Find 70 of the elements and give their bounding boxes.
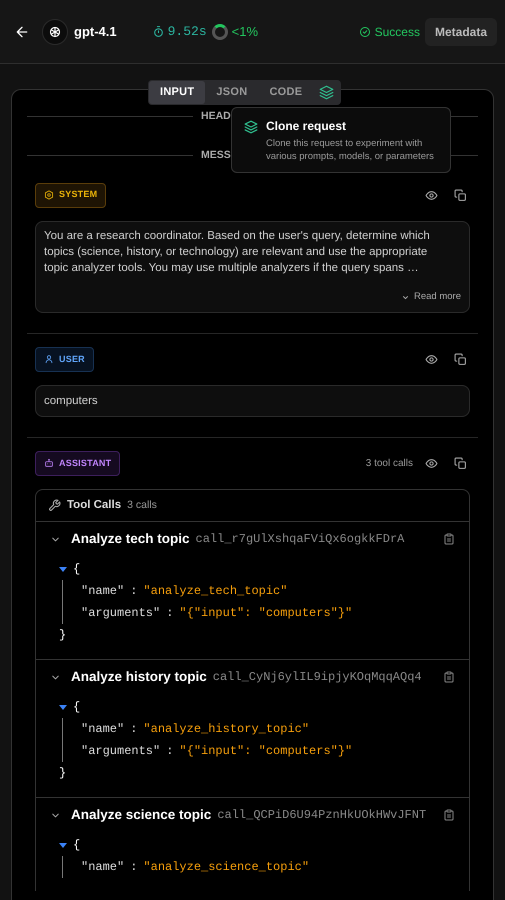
tool-calls-count: 3 calls xyxy=(127,498,157,513)
tab[interactable]: JSON xyxy=(205,81,258,104)
tab[interactable]: INPUT xyxy=(149,81,206,104)
clipboard-icon[interactable] xyxy=(443,533,455,546)
json-brace: { xyxy=(73,561,80,578)
success-check-icon xyxy=(358,26,371,38)
clipboard-icon[interactable] xyxy=(443,671,455,684)
eye-icon[interactable] xyxy=(425,456,438,470)
eye-icon[interactable] xyxy=(425,352,438,366)
tool-call-count: 3 tool calls xyxy=(366,456,413,471)
tab[interactable]: CODE xyxy=(258,81,314,104)
message-text: computers xyxy=(44,394,99,410)
model-name: gpt-4.1 xyxy=(74,22,117,41)
collapse-triangle-icon[interactable] xyxy=(59,566,67,572)
role-badge: ASSISTANT xyxy=(35,450,120,476)
tool-call-name: Analyze tech topic xyxy=(71,530,190,548)
json-key: "name" xyxy=(81,584,124,598)
json-key: "name" xyxy=(81,722,124,736)
json-value: "analyze_history_topic" xyxy=(143,722,310,736)
clone-layers-icon xyxy=(244,120,258,134)
section-label: HEAD xyxy=(201,108,231,124)
clone-layers-icon[interactable] xyxy=(319,85,334,100)
json-colon: : xyxy=(166,606,174,620)
read-more-button[interactable]: Read more xyxy=(401,290,461,304)
json-value: "{"input": "computers"}" xyxy=(179,606,352,620)
tool-call-id: call_CyNj6ylIL9ipjyKOqMqqAQq4 xyxy=(212,669,422,686)
tooltip-description: Clone this request to experiment with various prompts, models, or parameters xyxy=(266,137,435,163)
eye-icon[interactable] xyxy=(425,188,438,202)
clipboard-icon[interactable] xyxy=(443,809,455,822)
json-colon: : xyxy=(130,584,138,598)
role-badge: USER xyxy=(35,346,94,372)
json-key: "arguments" xyxy=(81,606,160,620)
tool-calls-title: Tool Calls xyxy=(67,498,122,514)
copy-icon[interactable] xyxy=(454,456,467,470)
usage-text: <1% xyxy=(232,22,258,41)
assistant-role-icon xyxy=(44,458,54,468)
json-brace: } xyxy=(59,766,66,780)
json-colon: : xyxy=(130,722,138,736)
json-colon: : xyxy=(130,860,138,874)
duration-text: 9.52s xyxy=(168,22,207,41)
tool-call-name: Analyze history topic xyxy=(71,668,207,686)
metadata-button[interactable]: Metadata xyxy=(424,18,497,46)
json-colon: : xyxy=(166,744,174,758)
json-key: "name" xyxy=(81,860,124,874)
tool-call-name: Analyze science topic xyxy=(71,806,212,824)
collapse-triangle-icon[interactable] xyxy=(59,704,67,710)
model-logo-icon xyxy=(42,18,68,44)
json-brace: { xyxy=(73,699,80,716)
wrench-icon xyxy=(48,499,61,512)
system-role-icon xyxy=(44,190,54,200)
copy-icon[interactable] xyxy=(454,188,467,202)
json-value: "analyze_tech_topic" xyxy=(143,584,288,598)
tool-call-id: call_r7gUlXshqaFViQx6ogkkFDrA xyxy=(196,531,404,548)
back-arrow-icon[interactable] xyxy=(14,24,30,40)
message-text: You are a research coordinator. Based on the user's query, determine which topics (science, history, or technology) are relevant and use the appropriate topic analyzer tools. You may use multiple analyzers if the query spans … xyxy=(44,229,431,276)
json-value: "{"input": "computers"}" xyxy=(179,744,352,758)
collapse-triangle-icon[interactable] xyxy=(59,842,67,848)
timer-icon xyxy=(152,25,165,38)
usage-ring xyxy=(212,24,228,40)
role-badge: SYSTEM xyxy=(35,182,106,208)
tooltip-title: Clone request xyxy=(266,118,348,135)
copy-icon[interactable] xyxy=(454,352,467,366)
json-key: "arguments" xyxy=(81,744,160,758)
section-label: MESS xyxy=(201,148,231,163)
user-role-icon xyxy=(44,354,54,364)
json-brace: } xyxy=(59,628,66,642)
tool-call-id: call_QCPiD6U94PznHkUOkHWvJFNT xyxy=(217,807,426,824)
status-text: Success xyxy=(374,24,420,40)
json-value: "analyze_science_topic" xyxy=(143,860,310,874)
json-brace: { xyxy=(73,837,80,854)
